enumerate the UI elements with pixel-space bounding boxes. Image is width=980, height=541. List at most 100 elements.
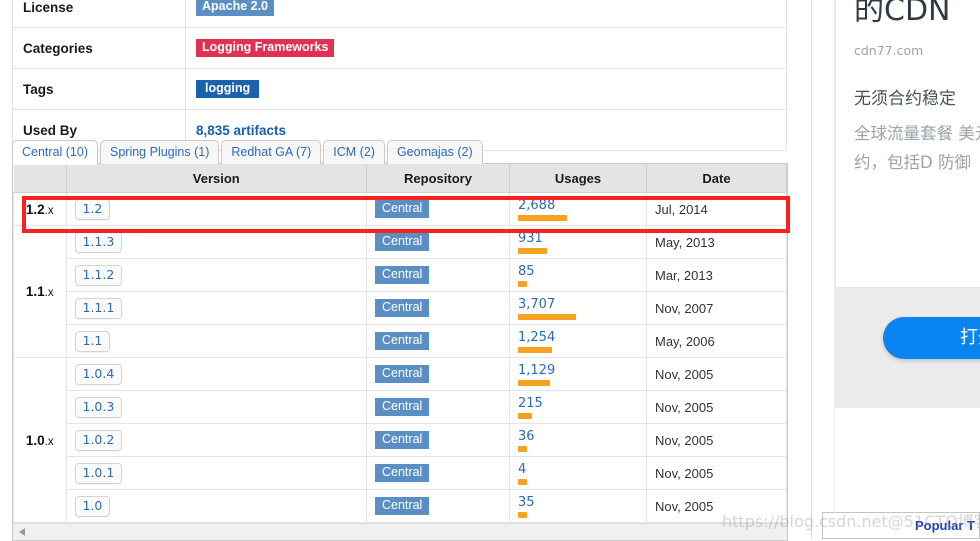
usages-cell: 3,707 (509, 291, 647, 325)
version-cell: 1.1 (65, 324, 367, 358)
repository-tab[interactable]: Redhat GA (7) (221, 140, 322, 164)
version-link[interactable]: 1.0 (74, 495, 111, 517)
ad-card[interactable]: 的CDN cdn77.com 无须合约稳定 全球流量套餐 美元/TB起，合约，包… (835, 0, 980, 288)
version-link[interactable]: 1.2 (74, 198, 111, 220)
version-row: 1.1 Central 1,254 May, 2006 (14, 324, 787, 358)
version-row: 1.1 .x 1.1.3 Central 931 May, 2013 (13, 225, 787, 358)
date-cell: Nov, 2005 (646, 357, 787, 391)
ad-footer: 打开 (835, 288, 980, 408)
date-cell: Mar, 2013 (646, 258, 787, 292)
repository-badge[interactable]: Central (375, 464, 430, 482)
version-row: 1.0 Central 35 Nov, 2005 (14, 489, 787, 523)
usages-count-link[interactable]: 4 (518, 463, 638, 477)
usages-count-link[interactable]: 1,254 (518, 331, 638, 345)
version-link[interactable]: 1.1.2 (74, 264, 123, 286)
ad-cta-button[interactable]: 打开 (883, 317, 980, 359)
scroll-left-arrow-icon[interactable] (19, 528, 25, 536)
versions-header-cell: Date (646, 164, 787, 193)
version-row: 1.0.2 Central 36 Nov, 2005 (14, 423, 787, 457)
versions-header-cell: Repository (366, 164, 510, 193)
metadata-value: logging (185, 68, 787, 110)
version-cell: 1.0.3 (65, 390, 367, 424)
usages-count-link[interactable]: 36 (518, 430, 638, 444)
artifact-metadata-table: License Apache 2.0 Categories Logging Frame… (12, 0, 787, 151)
version-cell: 1.0.2 (65, 423, 367, 457)
usages-cell: 1,254 (509, 324, 647, 358)
ad-headline: 无须合约稳定 (854, 89, 956, 109)
tag-badge[interactable]: logging (196, 80, 260, 98)
repository-badge[interactable]: Central (375, 233, 430, 251)
repository-tab[interactable]: Central (10) (12, 140, 98, 165)
ad-body-text: 全球流量套餐 美元/TB起，合约，包括D 防御 (854, 124, 980, 172)
versions-table: Version Repository Usages Date 1.2.x 1.2 Cent… (13, 164, 787, 523)
date-cell: Nov, 2007 (646, 291, 787, 325)
metadata-value: Apache 2.0 (185, 0, 787, 28)
metadata-value: Logging Frameworks (185, 27, 787, 69)
popular-tags-box[interactable]: Popular T (822, 512, 980, 539)
page-right-gutter (812, 0, 835, 539)
metadata-row: License Apache 2.0 (12, 0, 787, 28)
version-cell: 1.1.3 (65, 225, 367, 259)
usages-count-link[interactable]: 85 (518, 265, 638, 279)
version-link[interactable]: 1.1.1 (74, 297, 123, 319)
version-cell: 1.2 (65, 192, 367, 226)
ad-title: 的CDN (854, 0, 951, 28)
usages-bar (518, 281, 527, 287)
version-link[interactable]: 1.1 (74, 330, 111, 352)
usages-count-link[interactable]: 2,688 (518, 199, 638, 213)
advertisement-panel[interactable]: 的CDN cdn77.com 无须合约稳定 全球流量套餐 美元/TB起，合约，包… (835, 0, 980, 539)
repository-badge[interactable]: Central (375, 365, 430, 383)
metadata-label: Categories (12, 27, 186, 69)
version-group-number: 1.0 (25, 432, 45, 448)
repository-badge[interactable]: Central (375, 266, 430, 284)
usages-count-link[interactable]: 3,707 (518, 298, 638, 312)
usages-cell: 35 (509, 489, 647, 523)
version-link[interactable]: 1.0.1 (74, 462, 123, 484)
versions-header-cell: Version (65, 164, 367, 193)
repository-badge[interactable]: Central (375, 332, 430, 350)
license-badge[interactable]: Apache 2.0 (196, 0, 275, 16)
version-cell: 1.0.4 (65, 357, 367, 391)
usages-count-link[interactable]: 1,129 (518, 364, 638, 378)
usages-count-link[interactable]: 931 (518, 232, 638, 246)
usages-count-link[interactable]: 215 (518, 397, 638, 411)
version-link[interactable]: 1.0.2 (74, 429, 123, 451)
version-link[interactable]: 1.0.4 (74, 363, 123, 385)
repository-tabs[interactable]: Central (10) Spring Plugins (1) Redhat GA … (12, 140, 485, 165)
repository-badge[interactable]: Central (375, 431, 430, 449)
version-group-label-cell: 1.0.x (13, 357, 67, 523)
date-cell: Nov, 2005 (646, 489, 787, 523)
repository-badge[interactable]: Central (375, 200, 430, 218)
date-cell: Nov, 2005 (646, 390, 787, 424)
version-row: 1.2.x 1.2 Central 2,688 Jul, 2014 (13, 192, 787, 226)
used-by-link[interactable]: 8,835 artifacts (196, 123, 286, 139)
date-cell: May, 2013 (646, 225, 787, 259)
versions-table-panel: Version Repository Usages Date 1.2.x 1.2 Cent… (12, 163, 788, 541)
repository-cell: Central (366, 291, 510, 325)
usages-cell: 215 (509, 390, 647, 424)
date-cell: Nov, 2005 (646, 423, 787, 457)
repository-cell: Central (366, 489, 510, 523)
main-content-column: License Apache 2.0 Categories Logging Frame… (0, 0, 812, 541)
repository-cell: Central (366, 324, 510, 358)
usages-count-link[interactable]: 35 (518, 496, 638, 510)
usages-bar (518, 215, 567, 221)
version-link[interactable]: 1.1.3 (74, 231, 123, 253)
version-link[interactable]: 1.0.3 (74, 396, 123, 418)
usages-cell: 1,129 (509, 357, 647, 391)
repository-tab[interactable]: ICM (2) (323, 140, 385, 164)
repository-tab[interactable]: Geomajas (2) (386, 140, 483, 164)
ad-url: cdn77.com (854, 43, 924, 58)
metadata-row: Categories Logging Frameworks (12, 27, 787, 69)
repository-cell: Central (366, 357, 510, 391)
category-badge[interactable]: Logging Frameworks (196, 39, 335, 57)
version-group-suffix: .x (44, 287, 54, 299)
version-cell: 1.0 (65, 489, 367, 523)
usages-cell: 36 (509, 423, 647, 457)
repository-badge[interactable]: Central (375, 299, 430, 317)
version-row: 1.0.x 1.0.4 Central 1,129 Nov, 2005 (13, 357, 787, 523)
repository-badge[interactable]: Central (375, 398, 430, 416)
repository-badge[interactable]: Central (375, 497, 430, 515)
horizontal-scrollbar[interactable] (13, 523, 787, 540)
repository-tab[interactable]: Spring Plugins (1) (100, 140, 220, 164)
